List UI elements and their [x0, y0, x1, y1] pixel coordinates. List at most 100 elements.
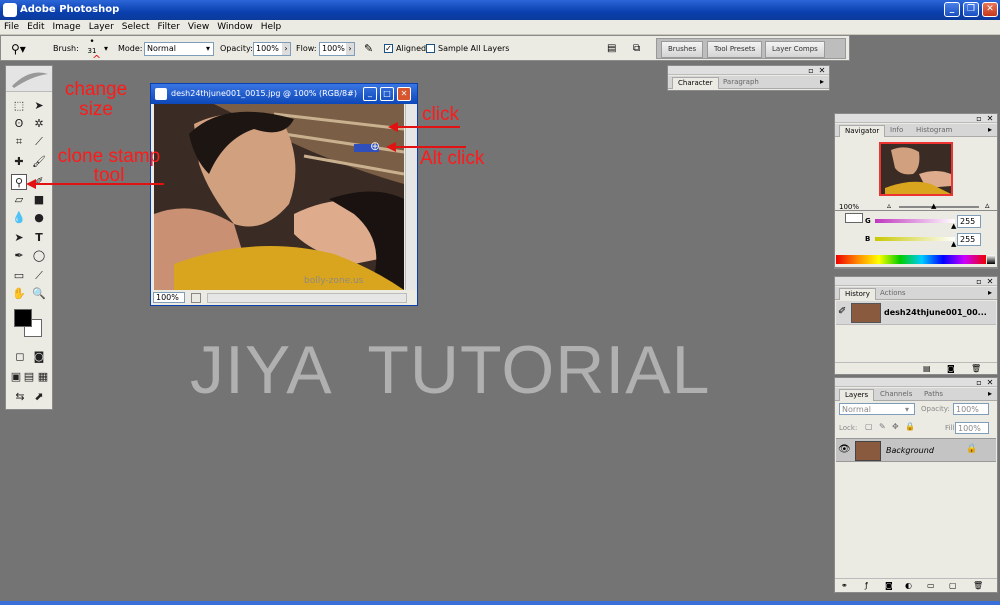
blend-mode-select[interactable]: Normal ▾ — [839, 403, 915, 415]
zoom-tool-icon[interactable]: 🔍 — [31, 286, 47, 302]
delete-layer-icon[interactable]: 🗑 — [973, 581, 983, 590]
tab-channels[interactable]: Channels — [875, 389, 917, 401]
notes-tool-icon[interactable]: ▭ — [11, 268, 27, 284]
tab-histogram[interactable]: Histogram — [911, 125, 957, 137]
sample-all-checkbox[interactable] — [426, 44, 435, 53]
imageready-icon[interactable]: ⬈ — [31, 389, 47, 405]
slider-handle-icon[interactable]: ▲ — [951, 222, 956, 230]
tab-character[interactable]: Character — [672, 77, 719, 89]
panel-close-icon[interactable]: ✕ — [986, 278, 994, 286]
airbrush-icon[interactable]: ✎ — [364, 42, 373, 56]
brush-tool-icon[interactable]: 🖌 — [31, 154, 47, 170]
marquee-tool-icon[interactable]: ⬚ — [11, 98, 27, 114]
new-snapshot-icon[interactable]: ◙ — [947, 364, 955, 373]
layer-row-background[interactable]: 👁 Background 🔒 — [836, 438, 996, 462]
layer-visibility-eye-icon[interactable]: 👁 — [838, 444, 851, 455]
type-tool-icon[interactable]: T — [31, 230, 47, 246]
slider-handle-icon[interactable]: ▲ — [951, 240, 956, 248]
healing-brush-tool-icon[interactable]: ✚ — [11, 154, 27, 170]
panel-menu-icon[interactable]: ▸ — [986, 126, 994, 134]
aligned-option[interactable]: ✓ Aligned — [384, 42, 426, 56]
new-layer-icon[interactable]: ▢ — [949, 581, 957, 590]
tab-info[interactable]: Info — [885, 125, 908, 137]
brush-dropdown-icon[interactable]: ▾ — [104, 42, 108, 56]
slice-tool-icon[interactable]: ⟋ — [31, 134, 47, 150]
restore-button[interactable]: ❐ — [963, 2, 979, 17]
shape-tool-icon[interactable]: ◯ — [31, 248, 47, 264]
panel-minimize-icon[interactable]: ▫ — [975, 115, 983, 123]
new-document-from-state-icon[interactable]: ▤ — [923, 364, 931, 373]
menu-file[interactable]: File — [0, 22, 23, 32]
flow-field[interactable]: 100% › — [319, 42, 355, 56]
sample-all-option[interactable]: Sample All Layers — [426, 42, 509, 56]
layers-panel-header[interactable]: ▫ ✕ — [835, 378, 997, 387]
well-tool-presets[interactable]: Tool Presets — [707, 41, 763, 58]
minimize-button[interactable]: _ — [944, 2, 960, 17]
gradient-tool-icon[interactable]: ■ — [31, 192, 47, 208]
fill-field[interactable]: 100% — [955, 422, 989, 434]
jump-to-imageready-icon[interactable]: ⇆ — [12, 389, 28, 405]
document-vertical-scrollbar[interactable] — [405, 104, 417, 290]
dodge-tool-icon[interactable]: ● — [31, 210, 47, 226]
color-slider-b[interactable] — [875, 237, 955, 241]
menu-image[interactable]: Image — [49, 22, 85, 32]
link-layers-icon[interactable]: ⚭ — [841, 581, 848, 590]
tab-history[interactable]: History — [839, 288, 876, 300]
document-horizontal-scrollbar[interactable] — [207, 292, 408, 303]
eraser-tool-icon[interactable]: ▱ — [11, 192, 27, 208]
document-title-bar[interactable]: desh24thjune001_0015.jpg @ 100% (RGB/8#)… — [151, 84, 417, 104]
adjustment-layer-icon[interactable]: ◐ — [905, 581, 912, 590]
mode-select[interactable]: Normal ▾ — [144, 42, 214, 56]
menu-window[interactable]: Window — [213, 22, 257, 32]
document-canvas[interactable]: bolly-zone.us — [154, 104, 404, 290]
screen-mode-full-icon[interactable]: ▦ — [35, 369, 51, 385]
panel-minimize-icon[interactable]: ▫ — [975, 278, 983, 286]
new-group-icon[interactable]: ▭ — [927, 581, 935, 590]
lock-position-icon[interactable]: ✥ — [892, 422, 899, 431]
eyedropper-tool-icon[interactable]: ⟋ — [31, 268, 47, 284]
panel-menu-icon[interactable]: ▸ — [986, 390, 994, 398]
well-brushes[interactable]: Brushes — [661, 41, 704, 58]
history-brush-source-icon[interactable]: ✐ — [838, 306, 846, 317]
color-slider-g[interactable] — [875, 219, 955, 223]
status-menu-icon[interactable] — [190, 292, 201, 303]
panel-close-icon[interactable]: ✕ — [986, 379, 994, 387]
panel-close-icon[interactable]: ✕ — [818, 67, 826, 75]
path-selection-tool-icon[interactable]: ➤ — [11, 230, 27, 246]
delete-state-icon[interactable]: 🗑 — [971, 364, 981, 373]
navigator-thumbnail[interactable] — [879, 142, 953, 196]
menu-edit[interactable]: Edit — [23, 22, 48, 32]
doc-minimize-button[interactable]: _ — [363, 87, 377, 101]
navigator-zoom-slider[interactable] — [899, 206, 979, 208]
doc-maximize-button[interactable]: □ — [380, 87, 394, 101]
color-value-g[interactable]: 255 — [957, 215, 981, 228]
layers-opacity-field[interactable]: 100% — [953, 403, 989, 415]
tab-navigator[interactable]: Navigator — [839, 125, 886, 137]
color-value-b[interactable]: 255 — [957, 233, 981, 246]
tab-actions[interactable]: Actions — [875, 288, 911, 300]
magic-wand-tool-icon[interactable]: ✲ — [31, 116, 47, 132]
panel-minimize-icon[interactable]: ▫ — [807, 67, 815, 75]
panel-close-icon[interactable]: ✕ — [986, 115, 994, 123]
history-panel-header[interactable]: ▫ ✕ — [835, 277, 997, 286]
tab-paragraph[interactable]: Paragraph — [718, 77, 764, 89]
zoom-slider-handle-icon[interactable]: ▲ — [931, 202, 936, 210]
palette-toggle-icon[interactable]: ⧉ — [633, 42, 640, 56]
panel-menu-icon[interactable]: ▸ — [818, 78, 826, 86]
grayscale-ramp[interactable] — [987, 255, 995, 264]
color-spectrum-ramp[interactable] — [836, 255, 986, 264]
menu-filter[interactable]: Filter — [154, 22, 184, 32]
lock-pixels-icon[interactable]: ✎ — [879, 422, 886, 431]
close-button[interactable]: ✕ — [982, 2, 998, 17]
character-panel-header[interactable]: ▫ ✕ — [668, 66, 829, 75]
navigator-panel-header[interactable]: ▫ ✕ — [835, 114, 997, 123]
move-tool-icon[interactable]: ➤ — [31, 98, 47, 114]
panel-menu-icon[interactable]: ▸ — [986, 289, 994, 297]
hand-tool-icon[interactable]: ✋ — [11, 286, 27, 302]
well-layer-comps[interactable]: Layer Comps — [765, 41, 825, 58]
flow-arrow-icon[interactable]: › — [346, 43, 354, 55]
layer-style-icon[interactable]: ƒ — [865, 581, 868, 590]
lasso-tool-icon[interactable]: ʘ — [11, 116, 27, 132]
pen-tool-icon[interactable]: ✒ — [11, 248, 27, 264]
document-zoom-field[interactable]: 100% — [153, 292, 185, 303]
